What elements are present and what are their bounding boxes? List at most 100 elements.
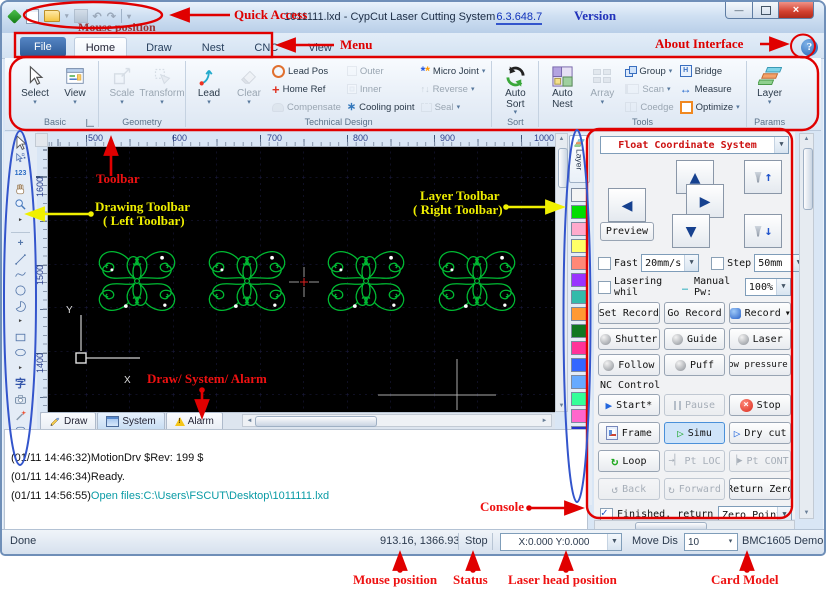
select-tool-icon[interactable] <box>12 136 29 149</box>
panel-button-follow[interactable]: Follow <box>598 354 660 376</box>
layer-color-7[interactable] <box>571 290 588 304</box>
ribbon-button-inner[interactable]: Inner <box>344 80 418 98</box>
nozzle-up-button[interactable]: ↑ <box>744 160 782 194</box>
ribbon-button-seal[interactable]: Seal ▾ <box>418 98 489 116</box>
ribbon-button-reverse[interactable]: ↑↓ Reverse ▾ <box>418 80 489 98</box>
layer-color-4[interactable] <box>571 239 588 253</box>
minimize-button[interactable]: — <box>725 2 753 19</box>
dropdown-icon[interactable]: ▾ <box>736 103 740 111</box>
lasering-checkbox[interactable] <box>598 280 611 294</box>
panel-button-guide[interactable]: Guide <box>663 328 726 350</box>
ribbon-button-bridge[interactable]: Bridge <box>677 62 743 80</box>
layer-color-6[interactable] <box>571 273 588 287</box>
zoom-tool-icon[interactable] <box>12 198 29 211</box>
panel-button-puff[interactable]: Puff <box>663 354 726 376</box>
canvas-vertical-scrollbar[interactable]: ▲ ▼ <box>555 133 568 412</box>
tab-home[interactable]: Home <box>73 37 128 58</box>
layer-color-12[interactable] <box>571 375 588 389</box>
panel-button-forward[interactable]: ↻ Forward <box>663 478 726 500</box>
tab-view[interactable]: View <box>297 38 343 58</box>
panel-button-pause[interactable]: Pause <box>663 394 726 416</box>
panel-button-laser[interactable]: Laser <box>729 328 792 350</box>
ribbon-button-auto-nest[interactable]: Auto Nest <box>542 61 582 110</box>
panel-button-back[interactable]: ↺ Back <box>598 478 660 500</box>
undo-icon[interactable]: ↶ <box>93 10 102 23</box>
dropdown-icon[interactable]: ▾ <box>207 99 211 106</box>
ribbon-button-lead-pos[interactable]: Lead Pos <box>269 62 344 80</box>
shape-flyout-icon[interactable]: ► <box>12 315 29 328</box>
layer-color-8[interactable] <box>571 307 588 321</box>
layer-color-10[interactable] <box>571 341 588 355</box>
ribbon-button-cooling-point[interactable]: ∗ Cooling point <box>344 98 418 116</box>
new-file-icon[interactable] <box>26 8 39 24</box>
panel-vertical-scrollbar[interactable]: ▲ ▼ <box>799 133 814 519</box>
step-checkbox[interactable] <box>711 256 725 270</box>
preview-button[interactable]: Preview <box>600 222 654 241</box>
tab-draw[interactable]: Draw <box>40 412 97 429</box>
coordinate-system-combo[interactable]: Float Coordinate System ▼ <box>600 136 789 154</box>
layer-color-2[interactable] <box>571 205 588 219</box>
dropdown-icon[interactable]: ▾ <box>667 85 671 93</box>
ribbon-button-auto-sort[interactable]: Auto Sort ▾ <box>495 61 535 116</box>
ribbon-button-array[interactable]: Array ▾ <box>582 61 622 106</box>
open-file-icon[interactable] <box>44 10 60 22</box>
dropdown-icon[interactable]: ▾ <box>73 99 77 106</box>
tab-draw[interactable]: Draw <box>135 38 183 58</box>
tab-cnc[interactable]: CNC <box>243 38 289 58</box>
dropdown-icon[interactable]: ▾ <box>471 85 475 93</box>
dropdown-icon[interactable]: ▾ <box>482 67 486 75</box>
dropdown-icon[interactable]: ▾ <box>160 99 164 106</box>
dialog-launcher-icon[interactable] <box>86 119 94 127</box>
ribbon-button-measure[interactable]: ↔ Measure <box>677 80 743 98</box>
tab-system[interactable]: System <box>97 412 165 429</box>
tab-file[interactable]: File <box>20 37 66 57</box>
ribbon-button-scan[interactable]: Scan ▾ <box>622 80 676 98</box>
jog-left-button[interactable]: ◀ <box>608 188 646 222</box>
nozzle-down-button[interactable]: ↓ <box>744 214 782 248</box>
layer-color-14[interactable] <box>571 409 588 423</box>
layer-color-3[interactable] <box>571 222 588 236</box>
customize-toolbar-icon[interactable]: ▾ <box>127 12 131 21</box>
ribbon-button-coedge[interactable]: Coedge <box>622 98 676 116</box>
ribbon-button-group[interactable]: Group ▾ <box>622 62 676 80</box>
dropdown-icon[interactable]: ▾ <box>457 103 461 111</box>
layer-tab[interactable]: Layer <box>569 135 590 183</box>
arc-tool-icon[interactable] <box>12 300 29 313</box>
open-dropdown-icon[interactable]: ▾ <box>65 12 69 20</box>
capture-tool-icon[interactable] <box>12 393 29 406</box>
dropdown-icon[interactable]: ▾ <box>669 67 673 75</box>
jog-down-button[interactable]: ▼ <box>672 214 710 248</box>
numbering-tool-icon[interactable]: 123 <box>12 167 29 180</box>
ribbon-button-layer[interactable]: Layer ▾ <box>750 61 790 106</box>
panel-button-go-record[interactable]: Go Record <box>663 302 726 324</box>
point-tool-icon[interactable]: + <box>12 237 29 250</box>
panel-button-start[interactable]: ▶ Start* <box>598 394 660 416</box>
maximize-button[interactable] <box>753 2 778 19</box>
ribbon-button-transform[interactable]: Transform ▾ <box>139 61 185 106</box>
ribbon-button-optimize[interactable]: Optimize ▾ <box>677 98 743 116</box>
layer-color-9[interactable] <box>571 324 588 338</box>
laser-head-position-combo[interactable]: X:0.000 Y:0.000 ▼ <box>500 533 622 551</box>
circle-tool-icon[interactable] <box>12 284 29 297</box>
ribbon-button-scale[interactable]: Scale ▾ <box>102 61 142 106</box>
save-icon[interactable] <box>73 9 88 23</box>
help-button[interactable]: ? <box>801 39 818 56</box>
shape-flyout-2-icon[interactable]: ► <box>12 362 29 375</box>
panel-button-stop[interactable]: × Stop <box>729 394 792 416</box>
text-tool-icon[interactable]: 字 <box>12 378 29 391</box>
panel-button-loop[interactable]: ↻ Loop <box>598 450 660 472</box>
panel-button-set-record[interactable]: Set Record <box>598 302 660 324</box>
ribbon-button-clear[interactable]: Clear ▾ <box>229 61 269 106</box>
ribbon-button-outer[interactable]: Outer <box>344 62 418 80</box>
ribbon-button-select[interactable]: Select ▾ <box>15 61 55 106</box>
ribbon-button-lead[interactable]: Lead ▾ <box>189 61 229 106</box>
panel-button-simu[interactable]: ▷ Simu <box>663 422 726 444</box>
wand-tool-icon[interactable] <box>12 409 29 422</box>
fast-checkbox[interactable] <box>598 256 611 270</box>
dropdown-icon[interactable]: ▾ <box>247 99 251 106</box>
drawing-canvas[interactable]: Y X <box>48 147 555 412</box>
pan-tool-icon[interactable] <box>12 183 29 196</box>
rectangle-tool-icon[interactable] <box>12 331 29 344</box>
dropdown-icon[interactable]: ▾ <box>768 99 772 106</box>
tool-flyout-icon[interactable]: ► <box>12 214 29 227</box>
